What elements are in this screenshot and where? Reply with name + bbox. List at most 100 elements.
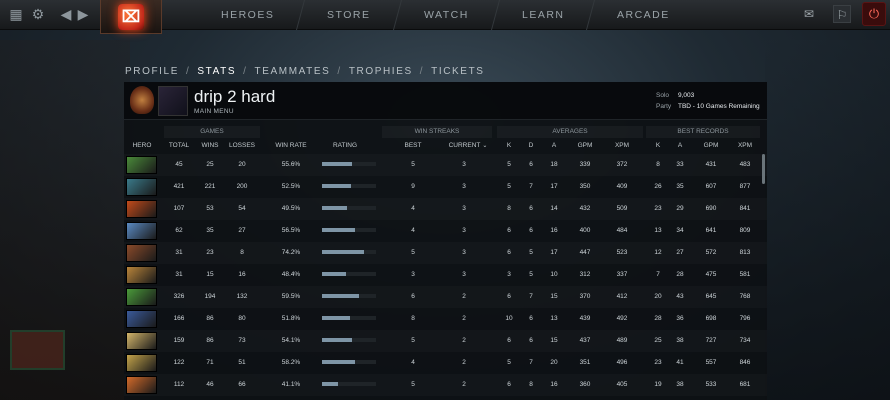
cell-gpm: 432 — [579, 205, 591, 212]
cell-total: 62 — [175, 227, 183, 234]
col-current-streak[interactable]: CURRENT ⌄ — [444, 139, 492, 153]
col-best-k[interactable]: K — [648, 139, 668, 153]
hero-portrait[interactable] — [126, 222, 157, 240]
table-row[interactable]: 159 86 73 54.1% 5 2 6 6 15 437 489 25 38 727 734 — [124, 330, 767, 352]
hero-portrait[interactable] — [126, 178, 157, 196]
hero-portrait[interactable] — [126, 244, 157, 262]
hero-portrait[interactable] — [126, 354, 157, 372]
col-best-gpm[interactable]: GPM — [696, 139, 726, 153]
cell-ba: 41 — [676, 359, 684, 366]
nav-arcade[interactable]: ARCADE — [586, 0, 700, 30]
cell-win-rate: 51.8% — [281, 315, 301, 322]
hero-portrait[interactable] — [126, 332, 157, 350]
hero-portrait[interactable] — [126, 156, 157, 174]
mail-icon[interactable]: ✉ — [800, 5, 818, 23]
table-row[interactable]: 326 194 132 59.5% 6 2 6 7 15 370 412 20 43 645 768 — [124, 286, 767, 308]
subnav-teammates[interactable]: TEAMMATES — [255, 66, 331, 77]
cell-win-rate: 54.1% — [281, 337, 301, 344]
solo-label: Solo — [656, 92, 670, 99]
back-arrow-icon[interactable]: ◀ — [58, 6, 74, 22]
cell-win-rate: 49.5% — [281, 205, 301, 212]
scrollbar[interactable] — [762, 154, 765, 184]
table-row[interactable]: 112 46 66 41.1% 5 2 6 8 16 360 405 19 38 533 681 — [124, 374, 767, 396]
cell-total: 45 — [175, 161, 183, 168]
nav-learn[interactable]: LEARN — [490, 0, 595, 30]
cell-win-rate: 56.5% — [281, 227, 301, 234]
table-row[interactable]: 107 53 54 49.5% 4 3 8 6 14 432 509 23 29 690 841 — [124, 198, 767, 220]
cell-current: 2 — [462, 359, 466, 366]
hero-portrait[interactable] — [126, 310, 157, 328]
cell-losses: 80 — [238, 315, 246, 322]
cell-bgpm: 727 — [705, 337, 717, 344]
gear-icon[interactable]: ⚙ — [30, 6, 46, 22]
cell-best: 5 — [411, 249, 415, 256]
cell-current: 3 — [462, 271, 466, 278]
subnav-profile[interactable]: PROFILE — [125, 66, 179, 77]
table-row[interactable]: 421 221 200 52.5% 9 3 5 7 17 350 409 26 35 607 877 — [124, 176, 767, 198]
col-wins[interactable]: WINS — [196, 139, 224, 153]
col-best-xpm[interactable]: XPM — [730, 139, 760, 153]
table-row[interactable]: 166 86 80 51.8% 8 2 10 6 13 439 492 28 36 698 796 — [124, 308, 767, 330]
table-row[interactable]: 45 25 20 55.6% 5 3 5 6 18 339 372 8 33 431 483 — [124, 154, 767, 176]
cell-gpm: 370 — [579, 293, 591, 300]
cell-bk: 8 — [656, 161, 660, 168]
col-total[interactable]: TOTAL — [164, 139, 194, 153]
avatar[interactable] — [158, 86, 188, 116]
cell-wins: 53 — [206, 205, 214, 212]
hero-portrait[interactable] — [126, 200, 157, 218]
rating-bar-fill — [322, 382, 339, 386]
col-avg-gpm[interactable]: GPM — [570, 139, 600, 153]
table-row[interactable]: 31 23 8 74.2% 5 3 6 5 17 447 523 12 27 572 813 — [124, 242, 767, 264]
col-rating[interactable]: RATING — [320, 139, 370, 153]
cell-win-rate: 52.5% — [281, 183, 301, 190]
shop-icon[interactable]: ⚐ — [833, 5, 851, 23]
hero-portrait[interactable] — [126, 376, 157, 394]
cell-win-rate: 55.6% — [281, 161, 301, 168]
subnav-stats[interactable]: STATS — [197, 66, 236, 77]
nav-heroes[interactable]: HEROES — [191, 0, 304, 30]
cell-xpm: 496 — [616, 359, 628, 366]
cell-xpm: 412 — [616, 293, 628, 300]
cell-bk: 19 — [654, 381, 662, 388]
table-row[interactable]: 31 15 16 48.4% 3 3 3 5 10 312 337 7 28 475 581 — [124, 264, 767, 286]
forward-arrow-icon[interactable]: ▶ — [75, 6, 91, 22]
col-avg-a[interactable]: A — [544, 139, 564, 153]
cell-d: 5 — [529, 271, 533, 278]
cell-gpm: 360 — [579, 381, 591, 388]
subnav-tickets[interactable]: TICKETS — [431, 66, 484, 77]
group-games: GAMES — [164, 126, 260, 138]
grid-icon[interactable]: ▦ — [8, 6, 24, 22]
table-row[interactable]: 62 35 27 56.5% 4 3 6 6 16 400 484 13 34 641 809 — [124, 220, 767, 242]
cell-losses: 16 — [238, 271, 246, 278]
table-row[interactable]: 122 71 51 58.2% 4 2 5 7 20 351 496 23 41 557 846 — [124, 352, 767, 374]
cell-bxpm: 581 — [739, 271, 751, 278]
cell-a: 17 — [550, 249, 558, 256]
col-avg-xpm[interactable]: XPM — [607, 139, 637, 153]
nav-store[interactable]: STORE — [296, 0, 401, 30]
hero-portrait[interactable] — [126, 288, 157, 306]
power-icon[interactable]: ⏻ — [862, 2, 886, 26]
dota-logo-icon: ⌧ — [118, 3, 144, 30]
col-current-label: CURRENT — [448, 142, 481, 149]
hero-portrait[interactable] — [126, 266, 157, 284]
cell-k: 6 — [507, 249, 511, 256]
cell-k: 6 — [507, 337, 511, 344]
cell-current: 2 — [462, 293, 466, 300]
cell-win-rate: 59.5% — [281, 293, 301, 300]
col-losses[interactable]: LOSSES — [226, 139, 258, 153]
col-hero[interactable]: HERO — [128, 139, 156, 153]
col-best-a[interactable]: A — [670, 139, 690, 153]
col-win-rate[interactable]: WIN RATE — [269, 139, 313, 153]
cell-losses: 66 — [238, 381, 246, 388]
cell-losses: 27 — [238, 227, 246, 234]
rating-bar — [322, 228, 376, 232]
group-best-records: BEST RECORDS — [646, 126, 760, 138]
dota-logo-button[interactable]: ⌧ — [100, 0, 162, 34]
cell-bxpm: 809 — [739, 227, 751, 234]
col-best-streak[interactable]: BEST — [396, 139, 430, 153]
nav-watch[interactable]: WATCH — [392, 0, 499, 30]
col-avg-d[interactable]: D — [521, 139, 541, 153]
rating-bar — [322, 294, 376, 298]
col-avg-k[interactable]: K — [499, 139, 519, 153]
subnav-trophies[interactable]: TROPHIES — [349, 66, 413, 77]
